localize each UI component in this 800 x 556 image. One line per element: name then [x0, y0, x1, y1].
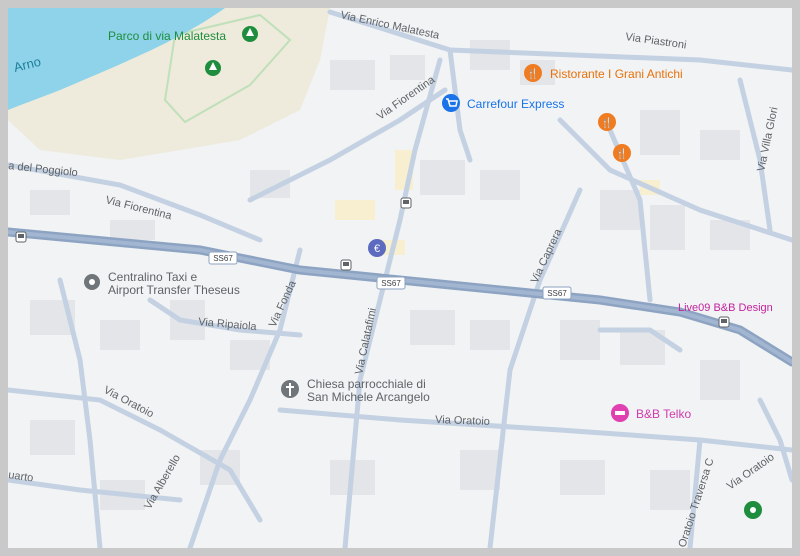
bus-stop-icon[interactable]	[15, 231, 27, 243]
road-shield: SS67	[376, 276, 406, 290]
svg-text:🍴: 🍴	[527, 67, 539, 80]
poi-label: Carrefour Express	[467, 97, 564, 111]
poi-label: San Michele Arcangelo	[307, 390, 430, 404]
poi-label: Centralino Taxi e	[108, 270, 197, 284]
restaurant-icon[interactable]: 🍴	[598, 113, 616, 131]
bed-icon	[611, 404, 629, 422]
svg-text:SS67: SS67	[381, 279, 401, 288]
map-svg[interactable]: SS67 SS67 SS67 Via Enrico Malatesta Via …	[8, 8, 792, 548]
church-icon	[281, 380, 299, 398]
svg-text:SS67: SS67	[213, 254, 233, 263]
poi-label: Live09 B&B Design	[678, 302, 773, 314]
svg-text:SS67: SS67	[547, 289, 567, 298]
shopping-cart-icon	[442, 94, 460, 112]
poi-label: Airport Transfer Theseus	[108, 283, 240, 297]
map-canvas[interactable]: SS67 SS67 SS67 Via Enrico Malatesta Via …	[8, 8, 792, 548]
bus-stop-icon	[718, 316, 730, 328]
park-pin-icon[interactable]	[205, 60, 221, 76]
bus-stop-icon[interactable]	[400, 197, 412, 209]
restaurant-icon[interactable]: 🍴	[613, 144, 631, 162]
euro-atm-icon[interactable]: €	[368, 239, 386, 257]
road-shield: SS67	[542, 286, 572, 300]
green-poi-icon[interactable]	[744, 501, 762, 519]
poi-dot-icon	[84, 274, 100, 290]
restaurant-icon: 🍴	[524, 64, 542, 82]
svg-text:€: €	[374, 243, 380, 255]
poi-label: B&B Telko	[636, 407, 691, 421]
label-parco-via-malatesta: Parco di via Malatesta	[108, 29, 226, 43]
poi-label: Ristorante I Grani Antichi	[550, 67, 683, 81]
svg-text:🍴: 🍴	[616, 147, 628, 160]
poi-label: Chiesa parrocchiale di	[307, 377, 426, 391]
road-shield: SS67	[208, 251, 238, 265]
park-pin-icon[interactable]	[242, 26, 258, 42]
label-via-oratoio-center: Via Oratoio	[435, 414, 490, 428]
svg-text:🍴: 🍴	[601, 116, 613, 129]
bus-stop-icon[interactable]	[340, 259, 352, 271]
poi-bb-telko[interactable]: B&B Telko	[611, 404, 691, 422]
